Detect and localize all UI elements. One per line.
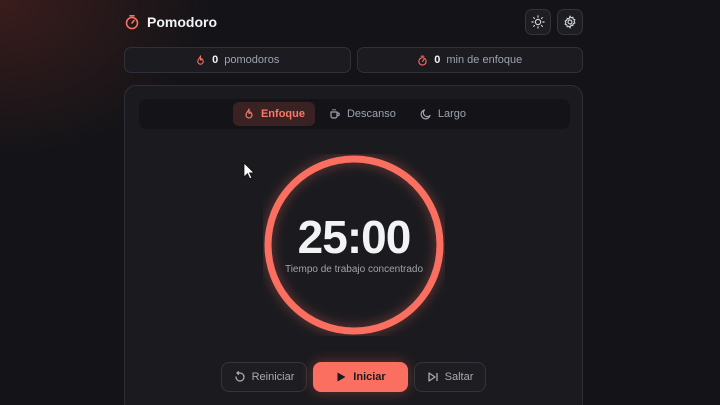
tab-label: Enfoque [260, 108, 305, 120]
theme-toggle-button[interactable] [525, 9, 551, 35]
mouse-cursor-icon [243, 162, 255, 180]
reset-button[interactable]: Reiniciar [221, 362, 307, 392]
stats-bar: 0 pomodoros 0 min de enfoque [124, 47, 583, 73]
pomodoros-stat: 0 pomodoros [124, 47, 351, 73]
settings-button[interactable] [557, 9, 583, 35]
start-label: Iniciar [353, 371, 386, 383]
timer-time: 25:00 [297, 211, 412, 263]
focus-minutes-label: min de enfoque [446, 54, 523, 66]
skip-icon [427, 372, 438, 382]
reset-icon [234, 371, 245, 382]
mode-tabs: Enfoque Descanso Largo [139, 99, 570, 129]
focus-minutes-count: 0 [434, 54, 441, 66]
tab-label: Descanso [346, 108, 396, 120]
tab-largo[interactable]: Largo [410, 102, 476, 126]
gear-icon [564, 15, 576, 29]
timer-display: 25:00 Tiempo de trabajo concentrado [263, 154, 445, 336]
tab-descanso[interactable]: Descanso [319, 102, 406, 126]
header-actions [525, 9, 583, 35]
tab-enfoque[interactable]: Enfoque [232, 102, 315, 126]
cup-icon [330, 109, 340, 119]
timer-card: Enfoque Descanso Largo 25:00 Tiempo de t… [124, 85, 583, 405]
play-icon [337, 372, 346, 382]
flame-icon [197, 54, 204, 65]
stopwatch-icon [124, 14, 140, 30]
flame-icon [245, 108, 253, 119]
focus-minutes-stat: 0 min de enfoque [356, 47, 583, 73]
brand: Pomodoro [124, 14, 217, 30]
start-button[interactable]: Iniciar [313, 362, 408, 392]
pomodoros-count: 0 [212, 54, 219, 66]
app-title: Pomodoro [147, 14, 217, 30]
tab-label: Largo [437, 108, 467, 120]
pomodoros-label: pomodoros [224, 54, 280, 66]
skip-label: Saltar [444, 371, 474, 383]
sun-icon [531, 15, 545, 29]
app-header: Pomodoro [124, 9, 583, 35]
stopwatch-icon [418, 55, 427, 66]
timer-controls: Reiniciar Iniciar Saltar [221, 361, 488, 393]
reset-label: Reiniciar [251, 371, 295, 383]
timer-subtitle: Tiempo de trabajo concentrado [284, 264, 424, 275]
skip-button[interactable]: Saltar [414, 362, 486, 392]
moon-icon [420, 109, 431, 120]
